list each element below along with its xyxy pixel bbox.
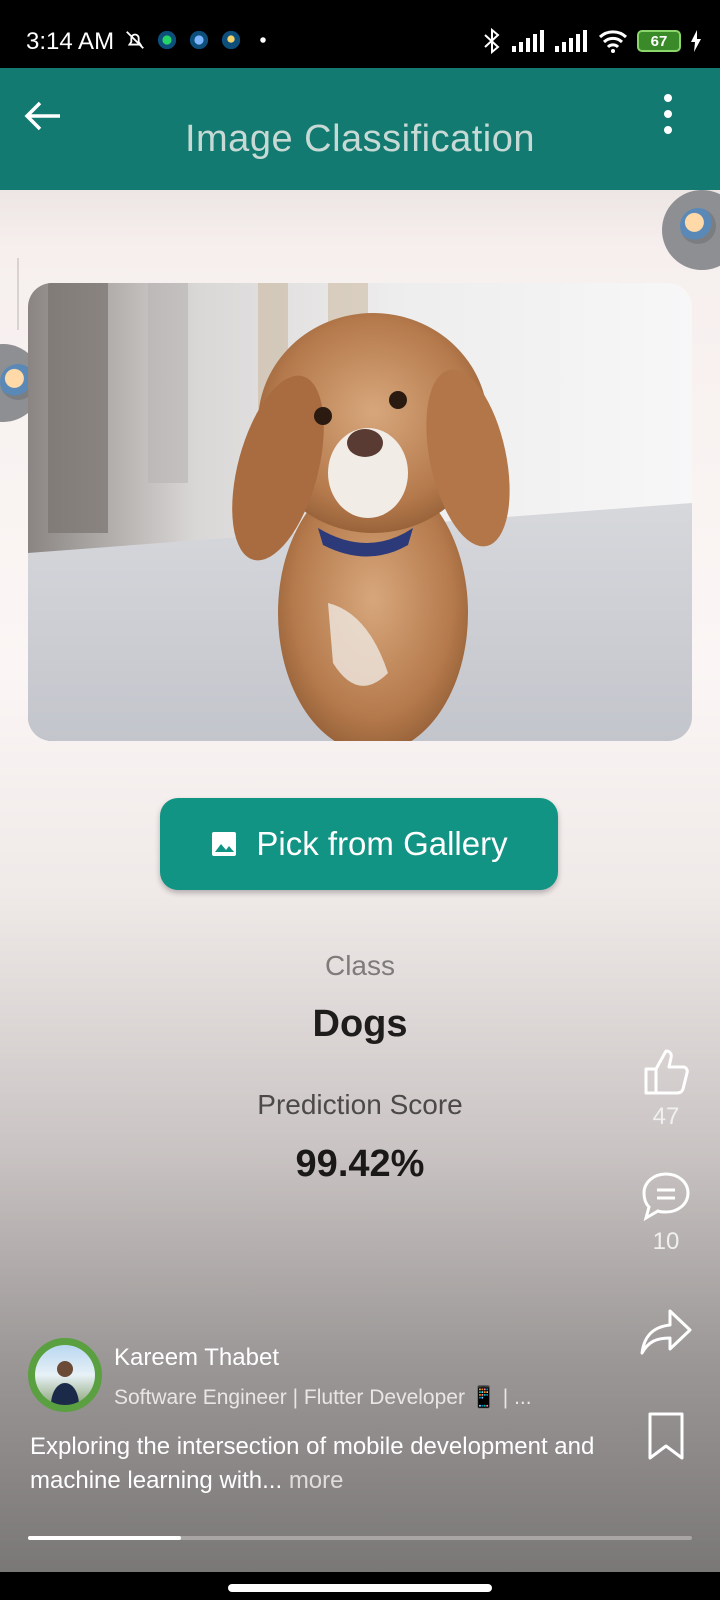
avatar-photo [35,1345,95,1405]
like-button[interactable]: 47 [638,1043,694,1131]
bluetooth-icon [484,28,500,54]
video-progress-fill [28,1536,181,1540]
share-button[interactable] [638,1303,694,1359]
avatar[interactable] [28,1338,102,1412]
video-progress-bar[interactable] [28,1536,692,1540]
comment-count: 10 [652,1228,680,1255]
status-time: 3:14 AM [26,28,115,55]
comment-button[interactable]: 10 [638,1168,694,1256]
bookmark-icon [648,1412,684,1460]
app-icon [221,30,241,50]
navigation-bar [0,1572,720,1600]
floating-chat-bubble[interactable] [662,190,720,270]
dog-image [28,283,692,741]
prediction-score-value: 99.42% [295,1143,425,1185]
battery-level: 67 [637,30,681,52]
charging-icon [691,30,701,52]
gallery-button-label: Pick from Gallery [256,825,508,862]
author-headline: Software Engineer | Flutter Developer 📱 … [114,1386,532,1409]
image-icon [212,832,237,856]
status-bar: 3:14 AM 67 [0,0,720,68]
system-icons: 67 [481,28,702,54]
pick-from-gallery-button[interactable]: Pick from Gallery [160,798,558,890]
comment-icon [642,1172,690,1222]
thumbs-up-icon [644,1049,689,1095]
signal-icon [512,30,544,52]
save-button[interactable] [638,1408,694,1464]
mute-bell-icon [126,31,144,49]
home-indicator[interactable] [228,1584,492,1592]
app-bar: Image Classification [0,68,720,190]
dog-photo [28,283,692,741]
notification-icons [124,29,274,51]
divider [17,258,19,330]
prediction-score-label: Prediction Score [257,1089,463,1120]
share-arrow-icon [640,1309,692,1355]
dot-icon [260,37,266,43]
more-vert-icon[interactable] [660,92,676,136]
whatsapp-icon [157,30,177,50]
author-name[interactable]: Kareem Thabet [114,1344,279,1372]
signal-icon [555,30,587,52]
wifi-icon [598,30,628,53]
post-caption[interactable]: Exploring the intersection of mobile dev… [30,1430,620,1498]
class-label: Class [324,950,395,981]
video-frame[interactable]: Image Classification Pick from Gallery C… [0,68,720,1572]
class-value: Dogs [312,1003,408,1045]
messenger-icon [189,30,209,50]
app-title: Image Classification [184,118,536,160]
more-link[interactable]: more [289,1467,344,1494]
like-count: 47 [652,1103,680,1130]
